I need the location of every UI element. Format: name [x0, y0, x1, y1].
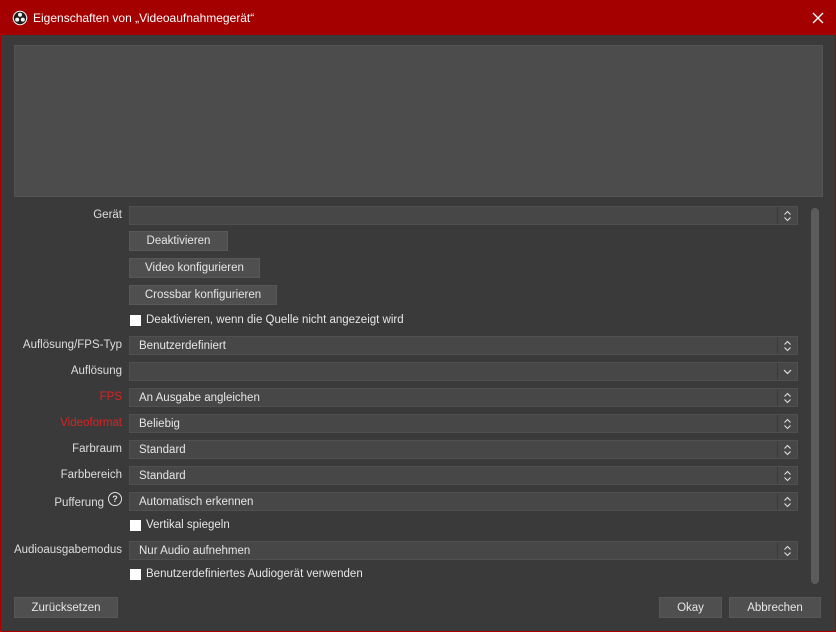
- audio-output-mode-select[interactable]: Nur Audio aufnehmen: [129, 541, 798, 560]
- window-title: Eigenschaften von „Videoaufnahmegerät“: [33, 11, 255, 25]
- color-range-select[interactable]: Standard: [129, 466, 798, 485]
- vertical-scrollbar[interactable]: [810, 206, 821, 587]
- configure-crossbar-button[interactable]: Crossbar konfigurieren: [129, 285, 277, 305]
- updown-arrows-icon: [777, 389, 797, 406]
- res-fps-type-label: Auflösung/FPS-Typ: [22, 339, 122, 351]
- res-fps-type-select[interactable]: Benutzerdefiniert: [129, 336, 798, 355]
- close-icon: [812, 12, 824, 24]
- updown-arrows-icon: [777, 415, 797, 432]
- close-button[interactable]: [801, 1, 835, 35]
- deactivate-button[interactable]: Deaktivieren: [129, 231, 228, 251]
- updown-arrows-icon: [777, 441, 797, 458]
- color-range-label: Farbbereich: [60, 469, 122, 481]
- color-space-select[interactable]: Standard: [129, 440, 798, 459]
- properties-dialog: Eigenschaften von „Videoaufnahmegerät“ G…: [0, 0, 836, 632]
- buffering-select[interactable]: Automatisch erkennen: [129, 492, 798, 511]
- buffering-label: Pufferung: [54, 497, 104, 509]
- custom-audio-device-label: Benutzerdefiniertes Audiogerät verwenden: [146, 568, 363, 580]
- deactivate-when-hidden-checkbox[interactable]: [130, 315, 141, 326]
- preview-area: [14, 45, 823, 197]
- chevron-down-icon: [777, 363, 797, 380]
- cancel-button[interactable]: Abbrechen: [729, 597, 821, 618]
- help-icon[interactable]: ?: [108, 492, 122, 506]
- flip-vertical-label: Vertikal spiegeln: [146, 519, 230, 531]
- device-label: Gerät: [93, 209, 122, 221]
- flip-vertical-checkbox[interactable]: [130, 520, 141, 531]
- video-format-value: Beliebig: [139, 418, 180, 430]
- audio-output-mode-value: Nur Audio aufnehmen: [139, 545, 251, 557]
- title-bar: Eigenschaften von „Videoaufnahmegerät“: [1, 1, 835, 35]
- deactivate-when-hidden-label: Deaktivieren, wenn die Quelle nicht ange…: [146, 314, 404, 326]
- updown-arrows-icon: [777, 467, 797, 484]
- fps-value: An Ausgabe angleichen: [139, 392, 260, 404]
- color-space-value: Standard: [139, 444, 186, 456]
- fps-select[interactable]: An Ausgabe angleichen: [129, 388, 798, 407]
- reset-button[interactable]: Zurücksetzen: [14, 597, 118, 618]
- buffering-value: Automatisch erkennen: [139, 496, 254, 508]
- video-format-select[interactable]: Beliebig: [129, 414, 798, 433]
- fps-label: FPS: [99, 391, 122, 403]
- resolution-label: Auflösung: [70, 365, 122, 377]
- scrollbar-thumb[interactable]: [811, 208, 819, 584]
- updown-arrows-icon: [777, 542, 797, 559]
- updown-arrows-icon: [777, 207, 797, 224]
- updown-arrows-icon: [777, 493, 797, 510]
- video-format-label: Videoformat: [60, 417, 122, 429]
- obs-logo-icon: [12, 10, 28, 26]
- color-range-value: Standard: [139, 470, 186, 482]
- device-select[interactable]: [129, 206, 798, 225]
- custom-audio-device-checkbox[interactable]: [130, 569, 141, 580]
- updown-arrows-icon: [777, 337, 797, 354]
- audio-output-mode-label: Audioausgabemodus: [13, 544, 122, 556]
- ok-button[interactable]: Okay: [659, 597, 722, 618]
- configure-video-button[interactable]: Video konfigurieren: [129, 258, 260, 278]
- color-space-label: Farbraum: [72, 443, 122, 455]
- res-fps-type-value: Benutzerdefiniert: [139, 340, 226, 352]
- resolution-select[interactable]: [129, 362, 798, 381]
